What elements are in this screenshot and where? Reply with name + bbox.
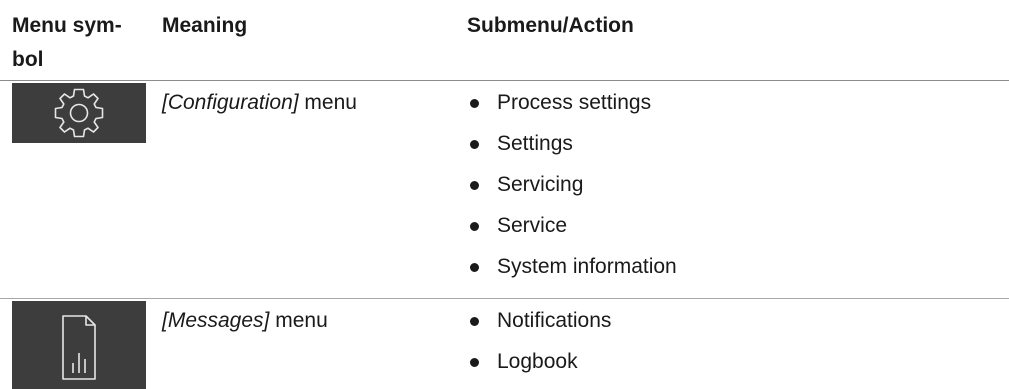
header-submenu-action: Submenu/Action (467, 14, 634, 37)
bullet (470, 181, 479, 190)
configuration-meaning: [Configuration] menu (162, 88, 357, 118)
bullet (470, 358, 479, 367)
list-item: System information (467, 252, 677, 293)
messages-menu-name: [Messages] (162, 309, 270, 332)
list-item: Servicing (467, 170, 677, 211)
configuration-menu-symbol (12, 83, 146, 143)
header-menu-symbol-line1: Menu sym- (12, 14, 122, 37)
bullet (470, 99, 479, 108)
list-item: Notifications (467, 306, 611, 347)
messages-menu-suffix: menu (269, 309, 328, 332)
bullet (470, 317, 479, 326)
list-item-label: Servicing (497, 173, 584, 196)
messages-meaning: [Messages] menu (162, 306, 328, 336)
configuration-menu-name: [Configuration] (162, 91, 299, 114)
list-item: Settings (467, 129, 677, 170)
gear-icon (54, 88, 104, 138)
header-menu-symbol: Menu sym- bol (12, 9, 162, 77)
header-meaning: Meaning (162, 14, 248, 37)
list-item-label: System information (497, 255, 677, 278)
header-menu-symbol-line2: bol (12, 48, 44, 71)
list-item-label: Settings (497, 132, 573, 155)
list-item: Service (467, 211, 677, 252)
messages-menu-symbol (12, 301, 146, 389)
bullet (470, 222, 479, 231)
menu-symbol-table: Menu sym- bol Meaning Submenu/Action [Co… (0, 0, 1009, 389)
list-item-label: Notifications (497, 309, 612, 332)
configuration-menu-suffix: menu (298, 91, 357, 114)
configuration-submenu-list: Process settings Settings Servicing Serv… (467, 88, 677, 293)
bullet (470, 263, 479, 272)
list-item: Process settings (467, 88, 677, 129)
table-header: Menu sym- bol Meaning Submenu/Action (0, 0, 1009, 81)
bullet (470, 140, 479, 149)
list-item-label: Process settings (497, 91, 652, 114)
table-row-configuration: [Configuration] menu Process settings Se… (0, 81, 1009, 299)
document-chart-icon (62, 315, 96, 380)
messages-submenu-list: Notifications Logbook (467, 306, 611, 388)
list-item: Logbook (467, 347, 611, 388)
table-row-messages: [Messages] menu Notifications Logbook (0, 299, 1009, 389)
list-item-label: Service (497, 214, 568, 237)
list-item-label: Logbook (497, 350, 578, 373)
